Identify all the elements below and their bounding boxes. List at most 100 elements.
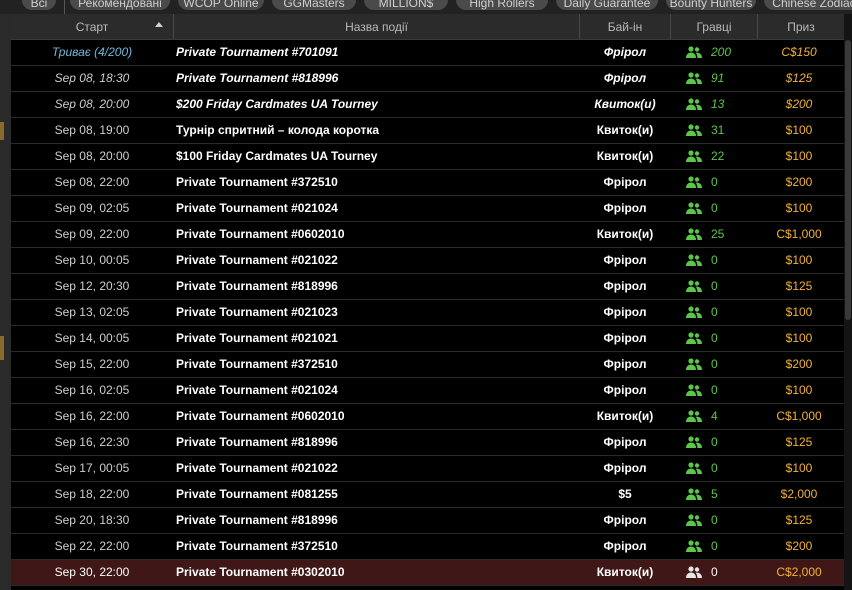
column-header-name[interactable]: Назва події [174,14,580,39]
column-header-prize-label: Приз [787,20,815,34]
column-header-players[interactable]: Гравці [671,14,758,39]
column-header-start[interactable]: Старт [11,14,174,39]
table-row[interactable]: Sep 20, 18:30 Private Tournament #818996… [11,508,844,534]
start-time: Sep 08, 22:00 [54,175,130,189]
column-header-prize[interactable]: Приз [758,14,844,39]
filter-chip-ggmasters[interactable]: GGMasters [272,0,356,10]
event-name: Private Tournament #818996 [176,279,338,293]
table-row-selected[interactable]: Sep 30, 22:00 Private Tournament #030201… [11,560,844,586]
players-cell: 5 [686,482,756,507]
filter-chip-chinese-zodiac[interactable]: Chinese Zodiac [764,0,852,10]
buy-in: Фрірол [603,539,647,553]
filter-chip-daily-guarantee[interactable]: Daily Guarantee [556,0,658,10]
table-row[interactable]: Sep 14, 00:05 Private Tournament #021021… [11,326,844,352]
table-row[interactable]: Sep 10, 00:05 Private Tournament #021022… [11,248,844,274]
table-row[interactable]: Sep 16, 22:00 Private Tournament #060201… [11,404,844,430]
buy-in: Фрірол [603,253,647,267]
buy-in: $5 [618,487,632,501]
prize: C$2,000 [776,565,822,579]
start-time: Sep 16, 22:30 [54,435,130,449]
table-row[interactable]: Sep 08, 22:00 Private Tournament #372510… [11,170,844,196]
filter-bar: Всі Рекомендовані WCOP Online GGMasters … [0,0,852,14]
event-name: Private Tournament #021024 [176,383,338,397]
filter-chip-recommended[interactable]: Рекомендовані [70,0,170,10]
players-cell: 0 [686,508,756,533]
buy-in: Фрірол [603,279,647,293]
players-cell: 200 [686,40,756,65]
scrollbar-thumb[interactable] [845,40,851,320]
players-cell: 0 [686,560,756,585]
background-accent [0,336,4,360]
start-time: Триває (4/200) [51,45,133,59]
players-cell: 0 [686,196,756,221]
start-time: Sep 08, 19:00 [54,123,130,137]
players-count: 25 [711,227,725,241]
players-icon [686,436,702,448]
start-time: Sep 13, 02:05 [54,305,130,319]
players-icon [686,254,702,266]
table-row[interactable]: Sep 12, 20:30 Private Tournament #818996… [11,274,844,300]
column-header-players-label: Гравці [696,20,732,34]
filter-chip-all[interactable]: Всі [22,0,56,10]
table-row[interactable]: Sep 08, 20:00 $200 Friday Cardmates UA T… [11,92,844,118]
players-icon [686,488,702,500]
players-cell: 0 [686,534,756,559]
prize: $125 [785,279,813,293]
table-row[interactable]: Sep 15, 22:00 Private Tournament #372510… [11,352,844,378]
start-time: Sep 20, 18:30 [54,513,130,527]
players-count: 0 [711,279,718,293]
table-row[interactable]: Триває (4/200) Private Tournament #70109… [11,40,844,66]
event-name: Private Tournament #021022 [176,253,338,267]
filter-chip-high-rollers[interactable]: High Rollers [456,0,548,10]
filter-chip-millions[interactable]: MILLION$ [364,0,448,10]
table-row[interactable]: Sep 16, 22:30 Private Tournament #818996… [11,430,844,456]
table-row[interactable]: Sep 09, 22:00 Private Tournament #060201… [11,222,844,248]
players-count: 0 [711,461,718,475]
table-row[interactable]: Sep 08, 18:30 Private Tournament #818996… [11,66,844,92]
table-row[interactable]: Sep 09, 02:05 Private Tournament #021024… [11,196,844,222]
filter-chip-wcop[interactable]: WCOP Online [178,0,264,10]
column-header-buyin[interactable]: Бай-ін [580,14,671,39]
start-time: Sep 22, 22:00 [54,539,130,553]
prize: C$1,000 [776,409,822,423]
prize: $100 [785,305,813,319]
prize: $100 [785,123,813,137]
event-name: Private Tournament #0602010 [176,409,345,423]
players-icon [686,150,702,162]
table-row[interactable]: Sep 08, 19:00 Турнір спритний – колода к… [11,118,844,144]
prize: $2,000 [780,487,818,501]
players-icon [686,306,702,318]
table-row[interactable]: Sep 13, 02:05 Private Tournament #021023… [11,300,844,326]
prize: C$150 [781,45,817,59]
table-row[interactable]: Sep 08, 20:00 $100 Friday Cardmates UA T… [11,144,844,170]
prize: $125 [785,435,813,449]
players-count: 0 [711,253,718,267]
players-cell: 13 [686,92,756,117]
filter-chip-bounty-hunters[interactable]: Bounty Hunters [666,0,756,10]
buy-in: Фрірол [603,45,647,59]
prize: $200 [785,357,813,371]
players-cell: 22 [686,144,756,169]
start-time: Sep 16, 22:00 [54,409,130,423]
filter-divider [64,0,65,14]
start-time: Sep 08, 20:00 [54,97,130,111]
players-icon [686,228,702,240]
table-row[interactable]: Sep 18, 22:00 Private Tournament #081255… [11,482,844,508]
background-accent [0,122,4,140]
players-cell: 0 [686,326,756,351]
event-name: Private Tournament #372510 [176,357,338,371]
players-cell: 31 [686,118,756,143]
background-panel [0,14,11,590]
table-row[interactable]: Sep 17, 00:05 Private Tournament #021022… [11,456,844,482]
players-count: 0 [711,175,718,189]
players-count: 0 [711,357,718,371]
buy-in: Фрірол [603,461,647,475]
buy-in: Фрірол [603,175,647,189]
table-header: Старт Назва події Бай-ін Гравці Приз [11,14,844,40]
table-row[interactable]: Sep 16, 02:05 Private Tournament #021024… [11,378,844,404]
start-time: Sep 15, 22:00 [54,357,130,371]
players-cell: 0 [686,430,756,455]
players-count: 5 [711,487,718,501]
event-name: Private Tournament #081255 [176,487,338,501]
table-row[interactable]: Sep 22, 22:00 Private Tournament #372510… [11,534,844,560]
